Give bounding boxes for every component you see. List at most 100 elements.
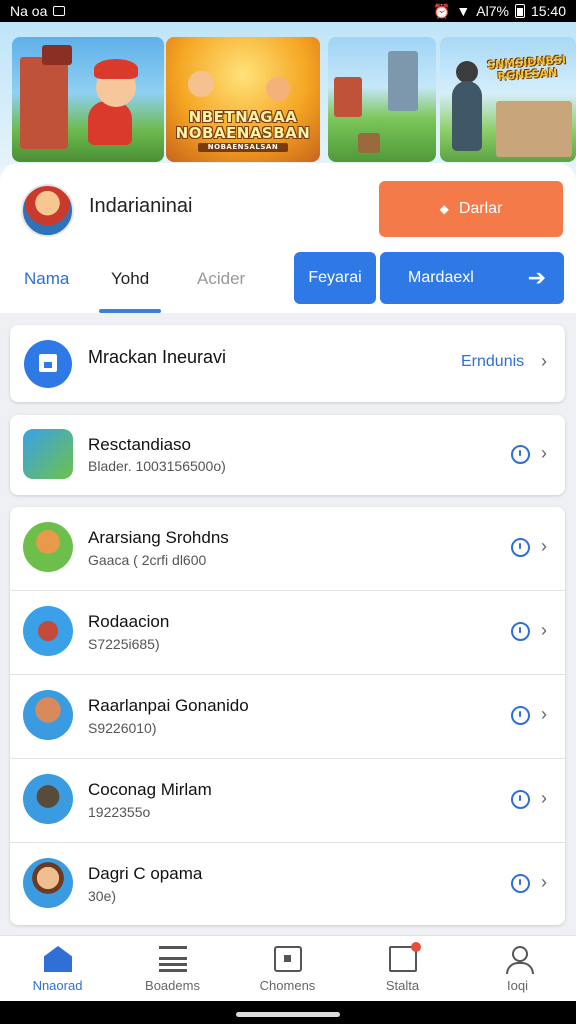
primary-action-label: Darlar	[458, 200, 503, 217]
house-art-2	[496, 101, 572, 157]
character-head-art-2	[456, 61, 478, 83]
list-item[interactable]: Coconag Mirlam 1922355o ›	[10, 759, 565, 843]
clock-icon	[511, 874, 530, 893]
roof-art	[42, 45, 72, 65]
tab-bar: Nama Yohd Acider	[0, 255, 290, 313]
item-title: Resctandiaso	[88, 435, 192, 454]
item-title: Coconag Mirlam	[88, 780, 212, 799]
clock-icon	[511, 790, 530, 809]
banner-tile-1[interactable]	[12, 37, 164, 162]
battery-icon	[514, 4, 525, 18]
nav-label: Ioqi	[507, 978, 528, 993]
notification-icon	[53, 6, 66, 16]
chevron-right-icon: ›	[541, 351, 547, 371]
list-item[interactable]: Resctandiaso Blader. 1003156500o) ›	[10, 415, 565, 495]
clock-icon	[511, 622, 530, 641]
chevron-right-icon: ›	[541, 443, 547, 463]
list-card: Ararsiang Srohdns Gaaca ( 2crfi dl600 › …	[10, 507, 565, 925]
item-subtitle: 30e)	[88, 888, 117, 904]
wifi-icon: ▼	[456, 3, 471, 19]
status-bar: Na oa ⏰ ▼ Al7% 15:40	[0, 0, 576, 22]
game-title-text: NBETNAGAA NOBAENASBAN	[175, 108, 311, 142]
nav-home[interactable]: Nnaorad	[0, 936, 115, 1002]
game-title-art: NBETNAGAA NOBAENASBAN NOBAENSALSAN	[174, 109, 312, 152]
clock-icon	[511, 445, 530, 464]
app-icon	[23, 429, 73, 479]
secondary-button[interactable]: Feyarai	[294, 252, 376, 304]
app-icon	[23, 606, 73, 656]
status-left: Na oa	[10, 3, 66, 19]
status-right: ⏰ ▼ Al7% 15:40	[433, 3, 566, 20]
nav-mail[interactable]: Stalta	[345, 936, 460, 1002]
list-item[interactable]: Dagri C opama 30e) ›	[10, 843, 565, 925]
arrow-right-icon: ➔	[527, 265, 546, 290]
app-icon	[23, 522, 73, 572]
item-subtitle: S7225i685)	[88, 636, 160, 652]
building-art	[20, 57, 68, 149]
item-title: Raarlanpai Gonanido	[88, 696, 249, 715]
nav-label: Boadems	[145, 978, 200, 993]
banner-tile-2[interactable]: NBETNAGAA NOBAENASBAN NOBAENSALSAN	[166, 37, 320, 162]
nav-list[interactable]: Boadems	[115, 936, 230, 1002]
list-item[interactable]: Rodaacion S7225i685) ›	[10, 591, 565, 675]
nav-label: Nnaorad	[32, 978, 83, 993]
forward-button[interactable]: Mardaexl ➔	[380, 252, 564, 304]
item-title: Rodaacion	[88, 612, 170, 631]
battery-percent: Al7%	[476, 3, 509, 19]
list-item[interactable]: Raarlanpai Gonanido S9226010) ›	[10, 675, 565, 759]
character-body-art-2	[452, 81, 482, 151]
character-cap-art	[94, 59, 138, 79]
banner-tile-4[interactable]: SNMSIDNBSI RGNESAN	[440, 37, 576, 162]
home-gesture-pill[interactable]	[236, 1012, 340, 1017]
character-art-2	[266, 77, 290, 101]
profile-header: Indarianinai ◆ Darlar Nama Yohd Acider F…	[0, 163, 576, 313]
active-tab-indicator	[99, 309, 161, 313]
character-body-art	[88, 101, 132, 145]
chevron-right-icon: ›	[541, 536, 547, 556]
featured-card[interactable]: Mrackan Ineuravi Erndunis ›	[10, 325, 565, 402]
alarm-icon: ⏰	[432, 2, 451, 19]
game-logo-art: SNMSIDNBSI RGNESAN	[486, 53, 567, 84]
nav-profile[interactable]: Ioqi	[460, 936, 575, 1002]
banner-tile-3[interactable]	[328, 37, 436, 162]
list-card-single: Resctandiaso Blader. 1003156500o) ›	[10, 415, 565, 495]
status-left-text: Na oa	[10, 3, 48, 19]
chevron-right-icon: ›	[541, 872, 547, 892]
username: Indarianinai	[89, 195, 193, 217]
app-icon	[23, 774, 73, 824]
user-icon	[504, 946, 534, 974]
forward-button-label: Mardaexl	[408, 269, 474, 286]
featured-link[interactable]: Erndunis	[461, 353, 524, 371]
clock-icon	[511, 538, 530, 557]
tab-3[interactable]: Acider	[197, 269, 245, 289]
nav-label: Chomens	[259, 978, 316, 993]
game-subtitle-text: NOBAENSALSAN	[198, 143, 288, 152]
crate-art	[358, 133, 380, 153]
nav-label: Stalta	[385, 978, 420, 993]
nav-square[interactable]: Chomens	[230, 936, 345, 1002]
featured-title: Mrackan Ineuravi	[88, 347, 227, 367]
item-title: Dagri C opama	[88, 864, 203, 883]
chevron-right-icon: ›	[541, 620, 547, 640]
list-item[interactable]: Ararsiang Srohdns Gaaca ( 2crfi dl600 ›	[10, 507, 565, 591]
square-icon	[274, 946, 302, 972]
tab-2[interactable]: Yohd	[111, 269, 149, 289]
status-time: 15:40	[530, 3, 566, 19]
clock-icon	[511, 706, 530, 725]
mail-icon	[389, 942, 421, 972]
item-subtitle: Gaaca ( 2crfi dl600	[88, 552, 207, 568]
tab-1[interactable]: Nama	[24, 269, 69, 289]
promo-banner[interactable]: NBETNAGAA NOBAENASBAN NOBAENSALSAN SNMSI…	[0, 22, 576, 172]
list-icon	[159, 946, 187, 972]
chevron-right-icon: ›	[541, 704, 547, 724]
app-icon	[23, 690, 73, 740]
primary-action-button[interactable]: ◆ Darlar	[379, 181, 563, 237]
item-title: Ararsiang Srohdns	[88, 528, 229, 547]
tower-art	[388, 51, 418, 111]
avatar[interactable]	[21, 184, 74, 237]
play-icon: ◆	[439, 202, 449, 216]
item-subtitle: S9226010)	[88, 720, 157, 736]
house-art	[334, 77, 362, 117]
character-art	[188, 71, 214, 97]
calendar-icon	[24, 340, 72, 388]
